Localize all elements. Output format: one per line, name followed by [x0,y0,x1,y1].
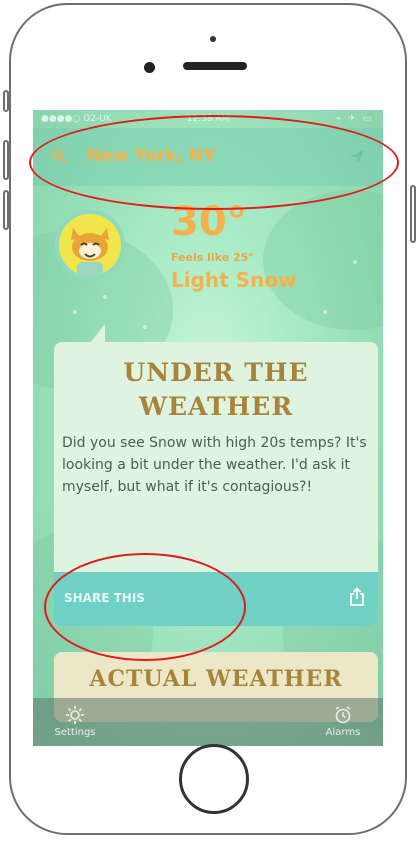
volume-down-button [3,190,9,230]
tab-alarms[interactable]: Alarms [313,703,373,743]
card-headline-line1: UNDER THE [123,358,309,387]
snowflake [143,325,147,329]
annotation-ellipse-location [29,115,399,210]
status-icons: ⌁ ✈ ▭ [335,114,373,124]
tab-bar: Settings Alarms [33,698,383,746]
card-body: Did you see Snow with high 20s temps? It… [62,435,367,495]
gear-icon[interactable] [65,705,85,725]
weather-condition: Light Snow [171,268,297,292]
mascot-avatar [55,210,125,280]
tab-alarms-label[interactable]: Alarms [313,727,373,738]
feels-like: Feels like 25° [171,251,254,264]
alarm-clock-icon[interactable] [333,705,353,725]
earpiece-speaker [183,62,247,70]
fox-mascot-icon [59,214,121,276]
card-headline: UNDER THE WEATHER [54,356,378,424]
snowflake [353,260,357,264]
card-headline-line2: WEATHER [138,392,294,421]
actual-weather-title: ACTUAL WEATHER [89,666,343,692]
annotation-ellipse-share [44,553,246,661]
home-button[interactable] [179,744,249,814]
snowflake [73,310,77,314]
snowflake [103,295,107,299]
snowflake [323,310,327,314]
speech-bubble-tail [91,324,105,342]
volume-up-button [3,140,9,180]
share-icon[interactable] [348,587,366,607]
silent-switch [3,90,9,112]
proximity-sensor [210,36,216,42]
tab-settings[interactable]: Settings [45,703,105,743]
tab-settings-label[interactable]: Settings [45,727,105,738]
power-button [410,185,416,243]
front-camera [144,62,155,73]
